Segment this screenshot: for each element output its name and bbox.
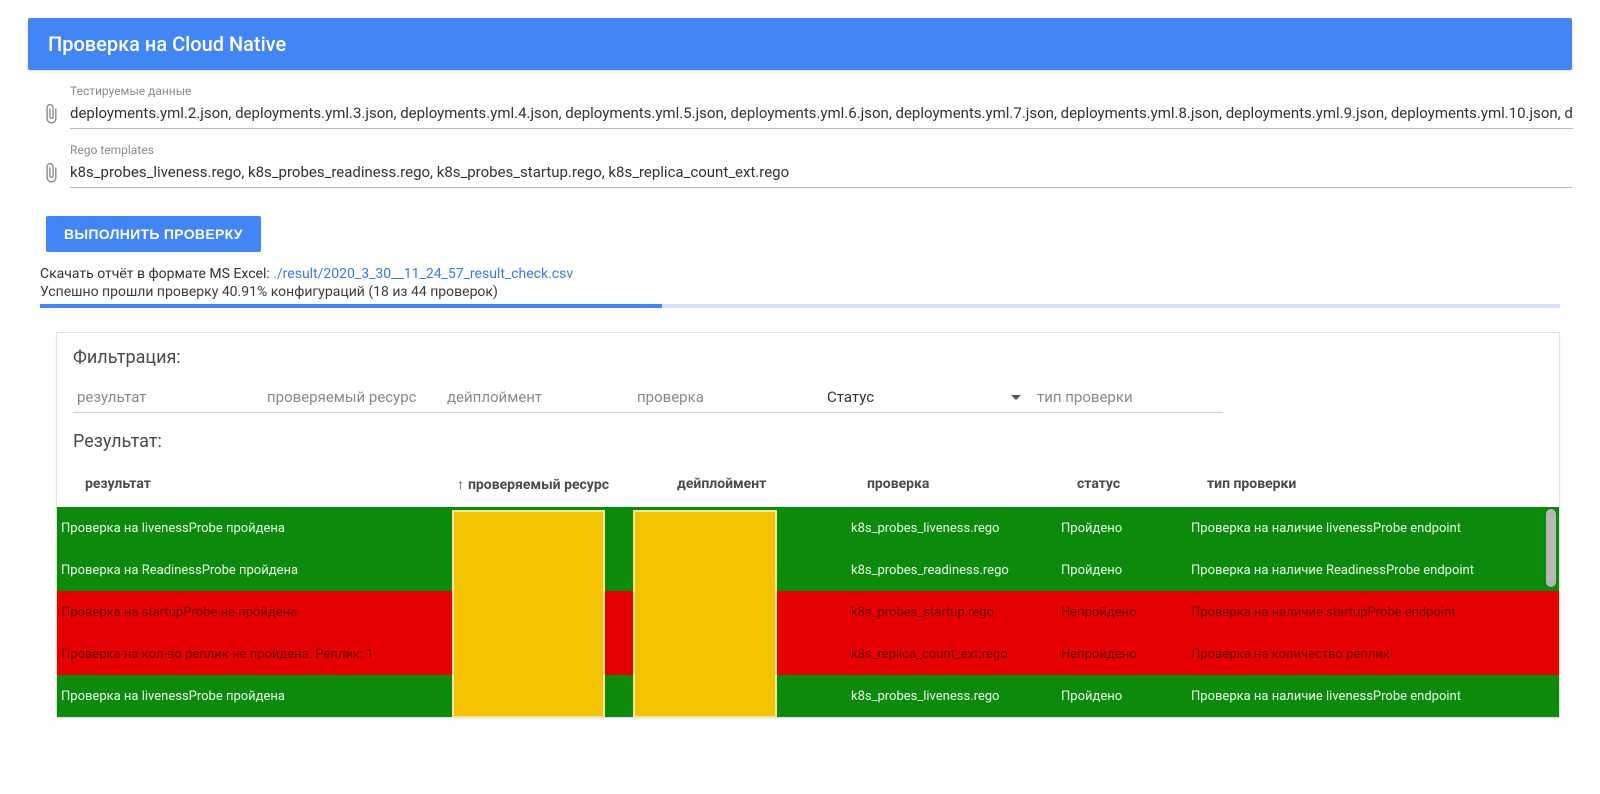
page-title: Проверка на Cloud Native bbox=[28, 18, 1572, 70]
progress-bar bbox=[40, 304, 1560, 308]
cell-status: Пройдено bbox=[1057, 563, 1187, 578]
cell-result: Проверка на livenessProbe пройдена bbox=[57, 689, 437, 704]
filter-status-select[interactable]: Статус bbox=[823, 380, 1033, 413]
rego-files-label: Rego templates bbox=[70, 143, 1572, 157]
vertical-scrollbar[interactable] bbox=[1546, 509, 1556, 587]
th-resource[interactable]: ↑проверяемый ресурс bbox=[453, 476, 673, 493]
th-status[interactable]: статус bbox=[1073, 476, 1203, 493]
data-files-label: Тестируемые данные bbox=[70, 84, 1573, 98]
upload-rego-row: Rego templates k8s_probes_liveness.rego,… bbox=[40, 143, 1572, 188]
chevron-down-icon bbox=[1011, 395, 1021, 400]
run-check-button[interactable]: ВЫПОЛНИТЬ ПРОВЕРКУ bbox=[46, 216, 261, 252]
download-report-line: Скачать отчёт в формате MS Excel: ./resu… bbox=[40, 266, 1600, 282]
table-row[interactable]: Проверка на ReadinessProbe пройдена k8s_p… bbox=[57, 549, 1559, 591]
cell-type: Проверка на наличие ReadinessProbe endpo… bbox=[1187, 563, 1559, 578]
filter-row: результат проверяемый ресурс дейплоймент… bbox=[73, 380, 1543, 413]
redaction-overlay-deployment bbox=[633, 510, 777, 718]
filter-check-input[interactable]: проверка bbox=[633, 380, 823, 413]
rego-files-input[interactable]: k8s_probes_liveness.rego, k8s_probes_rea… bbox=[70, 159, 1572, 188]
table-row[interactable]: Проверка на livenessProbe пройдена k8s_pr… bbox=[57, 507, 1559, 549]
cell-result: Проверка на ReadinessProbe пройдена bbox=[57, 563, 437, 578]
cell-result: Проверка на кол-во реплик не пройдена. Р… bbox=[57, 647, 437, 662]
paperclip-icon bbox=[40, 162, 62, 184]
th-type[interactable]: тип проверки bbox=[1203, 476, 1543, 493]
cell-result: Проверка на startupProbe не пройдена bbox=[57, 605, 437, 620]
summary-text: Успешно прошли проверку 40.91% конфигура… bbox=[40, 284, 1600, 300]
cell-check: k8s_replica_count_ext.rego bbox=[847, 647, 1057, 662]
th-resource-label: проверяемый ресурс bbox=[468, 477, 609, 493]
cell-type: Проверка на количество реплик bbox=[1187, 647, 1559, 662]
filter-result-input[interactable]: результат bbox=[73, 380, 263, 413]
cell-check: k8s_probes_startup.rego bbox=[847, 605, 1057, 620]
results-panel: Фильтрация: результат проверяемый ресурс… bbox=[56, 332, 1560, 718]
table-header-row: результат ↑проверяемый ресурс дейплоймен… bbox=[73, 464, 1543, 507]
cell-status: Пройдено bbox=[1057, 689, 1187, 704]
filter-type-input[interactable]: тип проверки bbox=[1033, 380, 1223, 413]
th-check[interactable]: проверка bbox=[863, 476, 1073, 493]
th-result[interactable]: результат bbox=[73, 476, 453, 493]
filter-resource-input[interactable]: проверяемый ресурс bbox=[263, 380, 443, 413]
th-deployment[interactable]: дейплоймент bbox=[673, 476, 863, 493]
paperclip-icon bbox=[40, 103, 62, 125]
table-row[interactable]: Проверка на livenessProbe пройдена k8s_pr… bbox=[57, 675, 1559, 717]
cell-type: Проверка на наличие livenessProbe endpoi… bbox=[1187, 689, 1559, 704]
download-prefix: Скачать отчёт в формате MS Excel: bbox=[40, 266, 273, 282]
progress-fill bbox=[40, 304, 662, 308]
results-section-title: Результат: bbox=[73, 431, 1543, 452]
results-table: результат ↑проверяемый ресурс дейплоймен… bbox=[73, 464, 1543, 507]
upload-data-row: Тестируемые данные deployments.yml.2.jso… bbox=[40, 84, 1572, 129]
table-row[interactable]: Проверка на кол-во реплик не пройдена. Р… bbox=[57, 633, 1559, 675]
cell-check: k8s_probes_liveness.rego bbox=[847, 689, 1057, 704]
cell-status: Пройдено bbox=[1057, 521, 1187, 536]
table-body: Проверка на livenessProbe пройдена k8s_pr… bbox=[57, 507, 1559, 717]
sort-asc-icon: ↑ bbox=[457, 477, 464, 493]
filter-deployment-input[interactable]: дейплоймент bbox=[443, 380, 633, 413]
cell-status: Непройдено bbox=[1057, 605, 1187, 620]
cell-check: k8s_probes_liveness.rego bbox=[847, 521, 1057, 536]
cell-type: Проверка на наличие livenessProbe endpoi… bbox=[1187, 521, 1559, 536]
cell-check: k8s_probes_readiness.rego bbox=[847, 563, 1057, 578]
download-report-link[interactable]: ./result/2020_3_30__11_24_57_result_chec… bbox=[273, 266, 573, 282]
redaction-overlay-resource bbox=[452, 510, 605, 718]
table-row[interactable]: Проверка на startupProbe не пройдена k8s_… bbox=[57, 591, 1559, 633]
data-files-input[interactable]: deployments.yml.2.json, deployments.yml.… bbox=[70, 100, 1573, 129]
cell-result: Проверка на livenessProbe пройдена bbox=[57, 521, 437, 536]
filter-status-label: Статус bbox=[827, 388, 874, 406]
filter-section-title: Фильтрация: bbox=[73, 347, 1543, 368]
cell-status: Непройдено bbox=[1057, 647, 1187, 662]
cell-type: Проверка на наличие startupProbe endpoin… bbox=[1187, 605, 1559, 620]
